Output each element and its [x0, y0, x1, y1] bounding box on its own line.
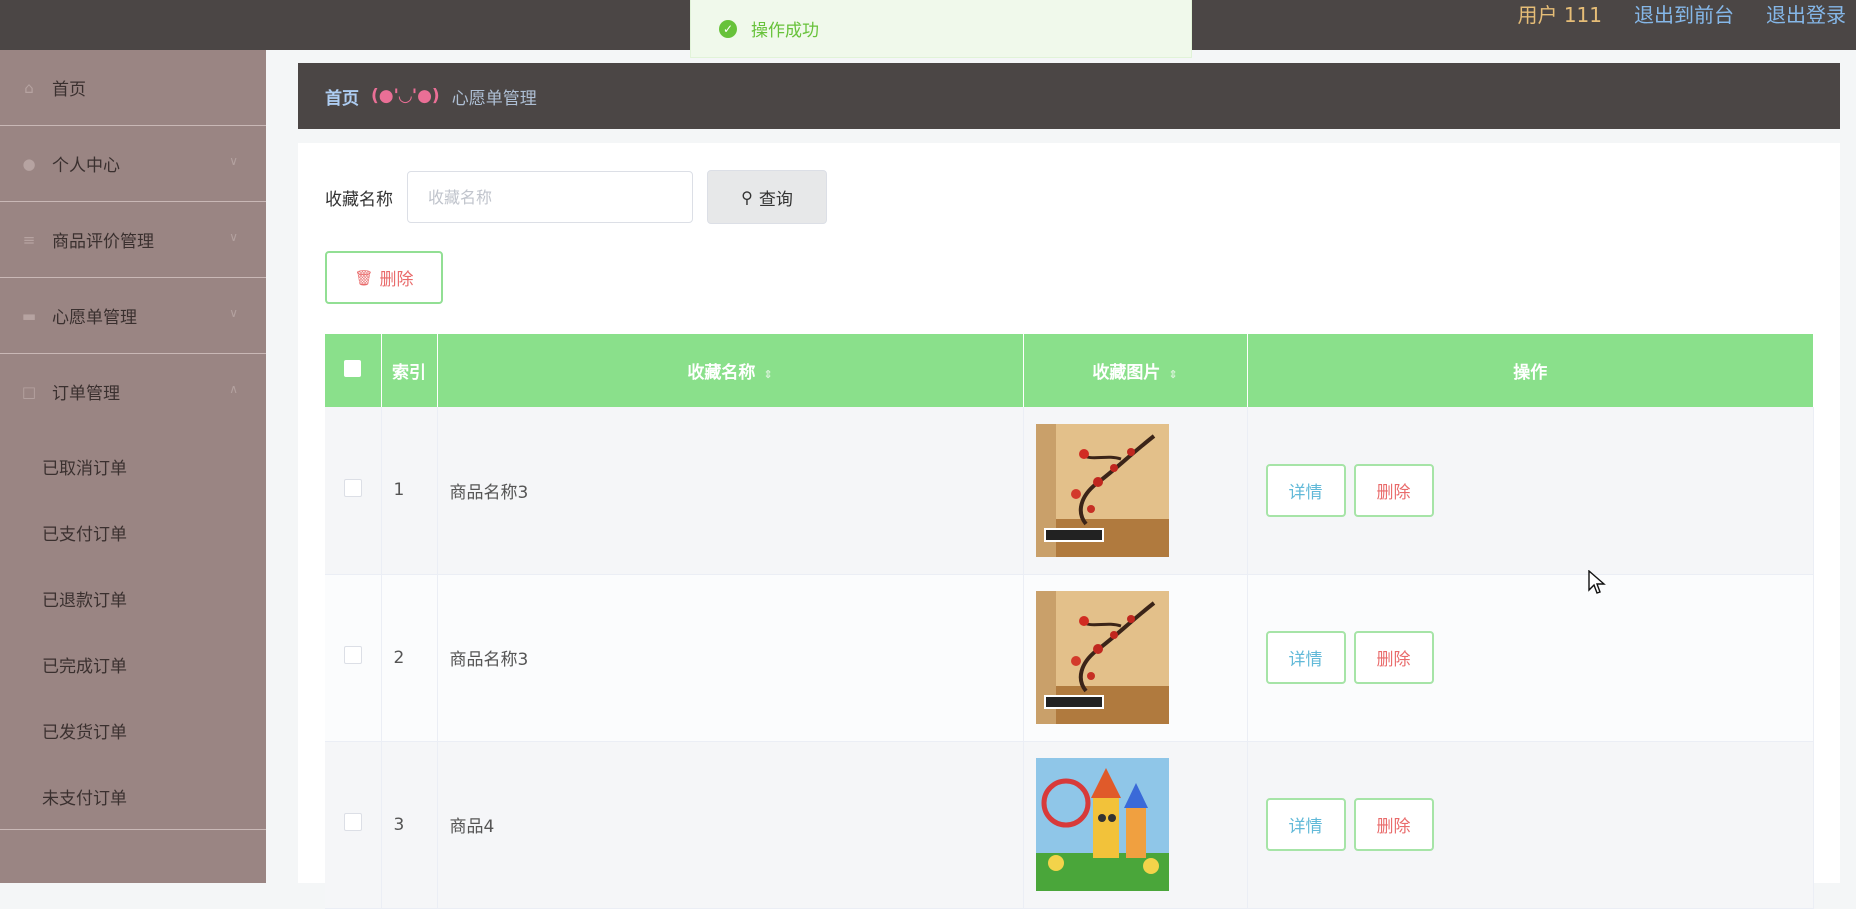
user-icon: ● [22, 154, 36, 173]
sidebar-subitem-completed-orders[interactable]: 已完成订单 [0, 631, 266, 697]
table-row: 1 商品名称3 详情 删除 [325, 407, 1814, 575]
sidebar-item-home[interactable]: ⌂ 首页 [0, 50, 266, 126]
logout-link[interactable]: 退出登录 [1766, 0, 1846, 28]
sidebar-item-personal-center[interactable]: ● 个人中心 ∨ [0, 126, 266, 202]
detail-button[interactable]: 详情 [1265, 463, 1346, 517]
sidebar-subitem-unpaid-orders[interactable]: 未支付订单 [0, 763, 266, 829]
order-icon: □ [21, 382, 37, 401]
main-panel: 收藏名称 ⚲ 查询 🗑 删除 索引 收藏名称 ⇕ 收藏图片 ⇕ 操作 [298, 143, 1840, 909]
column-header-name[interactable]: 收藏名称 ⇕ [437, 334, 1024, 407]
sidebar-item-label: 首页 [52, 80, 86, 100]
sidebar-item-review-management[interactable]: ≡ 商品评价管理 ∨ [0, 202, 266, 278]
row-actions-cell: 详情 删除 [1247, 574, 1814, 742]
blossom-mural-image [1035, 423, 1169, 557]
row-select-cell [325, 407, 382, 575]
sidebar-subitem-refunded-orders[interactable]: 已退款订单 [0, 565, 266, 631]
success-toast: ✓ 操作成功 [690, 0, 1192, 58]
select-all-cell [325, 334, 382, 407]
row-name: 商品名称3 [437, 574, 1024, 742]
sidebar-item-order-management[interactable]: □ 订单管理 ∧ [0, 354, 266, 429]
chevron-down-icon: ∨ [229, 230, 238, 244]
sidebar: ⌂ 首页 ● 个人中心 ∨ ≡ 商品评价管理 ∨ ▬ 心愿单管理 ∨ □ 订单管… [0, 50, 266, 883]
search-input[interactable] [407, 171, 693, 223]
sidebar-item-label: 订单管理 [52, 384, 120, 404]
blossom-mural-image [1035, 591, 1169, 724]
row-checkbox[interactable] [343, 813, 362, 831]
sidebar-subitem-cancelled-orders[interactable]: 已取消订单 [0, 433, 266, 499]
cup-icon: ▬ [21, 306, 37, 325]
castle-mural-image [1035, 758, 1169, 891]
sliders-icon: ≡ [22, 230, 36, 249]
home-icon: ⌂ [24, 78, 34, 97]
sidebar-subitem-paid-orders[interactable]: 已支付订单 [0, 499, 266, 565]
column-header-name-label: 收藏名称 [687, 363, 756, 383]
row-index: 2 [381, 574, 438, 742]
row-checkbox[interactable] [343, 478, 362, 497]
chevron-down-icon: ∨ [229, 306, 238, 320]
search-form: 收藏名称 ⚲ 查询 [325, 170, 827, 224]
breadcrumb-home[interactable]: 首页 [325, 84, 359, 109]
order-submenu: 已取消订单 已支付订单 已退款订单 已完成订单 已发货订单 未支付订单 [0, 429, 266, 830]
detail-button[interactable]: 详情 [1265, 631, 1346, 684]
toast-message: 操作成功 [751, 21, 819, 41]
column-header-image-label: 收藏图片 [1092, 363, 1161, 383]
sidebar-item-wishlist-management[interactable]: ▬ 心愿单管理 ∨ [0, 278, 266, 354]
top-links: 用户 111 退出到前台 退出登录 [1517, 0, 1846, 28]
sort-icon[interactable]: ⇕ [1168, 368, 1177, 381]
chevron-up-icon: ∧ [229, 382, 238, 396]
breadcrumb: 首页 (●'◡'●) 心愿单管理 [298, 63, 1840, 129]
sort-icon[interactable]: ⇕ [763, 368, 772, 381]
breadcrumb-separator: (●'◡'●) [371, 86, 440, 106]
column-header-actions: 操作 [1247, 334, 1813, 407]
query-button[interactable]: ⚲ 查询 [707, 170, 827, 224]
delete-button[interactable]: 删除 [1353, 463, 1434, 517]
row-image-cell [1023, 574, 1248, 742]
search-icon: ⚲ [741, 187, 753, 207]
batch-delete-button[interactable]: 🗑 删除 [325, 251, 443, 304]
column-header-image[interactable]: 收藏图片 ⇕ [1023, 334, 1248, 407]
table-header-row: 索引 收藏名称 ⇕ 收藏图片 ⇕ 操作 [325, 334, 1813, 407]
delete-button[interactable]: 删除 [1353, 631, 1434, 684]
column-header-index: 索引 [381, 334, 438, 407]
row-image-cell [1023, 407, 1248, 575]
breadcrumb-current: 心愿单管理 [451, 88, 537, 109]
table-row: 2 商品名称3 详情 删除 [325, 574, 1814, 742]
select-all-checkbox[interactable] [344, 359, 362, 377]
chevron-down-icon: ∨ [229, 154, 238, 168]
mouse-cursor-icon [1588, 570, 1606, 594]
row-actions-cell: 详情 删除 [1247, 407, 1814, 575]
sidebar-item-label: 心愿单管理 [52, 308, 137, 328]
success-check-icon: ✓ [719, 19, 737, 38]
trash-icon: 🗑 [354, 268, 374, 287]
user-label: 用户 111 [1517, 2, 1602, 27]
batch-delete-label: 删除 [379, 270, 414, 290]
sidebar-subitem-shipped-orders[interactable]: 已发货订单 [0, 697, 266, 763]
sidebar-item-label: 个人中心 [52, 156, 120, 176]
sidebar-item-label: 商品评价管理 [52, 232, 154, 252]
query-button-label: 查询 [758, 189, 793, 210]
row-select-cell [325, 574, 382, 742]
row-checkbox[interactable] [343, 646, 362, 664]
search-label: 收藏名称 [325, 189, 393, 210]
detail-button[interactable]: 详情 [1265, 798, 1346, 851]
row-name: 商品名称3 [437, 407, 1024, 575]
wishlist-table: 索引 收藏名称 ⇕ 收藏图片 ⇕ 操作 1 商品名称3 详情 删除 2 商品名称… [325, 334, 1814, 909]
delete-button[interactable]: 删除 [1353, 798, 1434, 851]
back-to-front-link[interactable]: 退出到前台 [1634, 0, 1734, 28]
row-index: 1 [381, 407, 438, 575]
